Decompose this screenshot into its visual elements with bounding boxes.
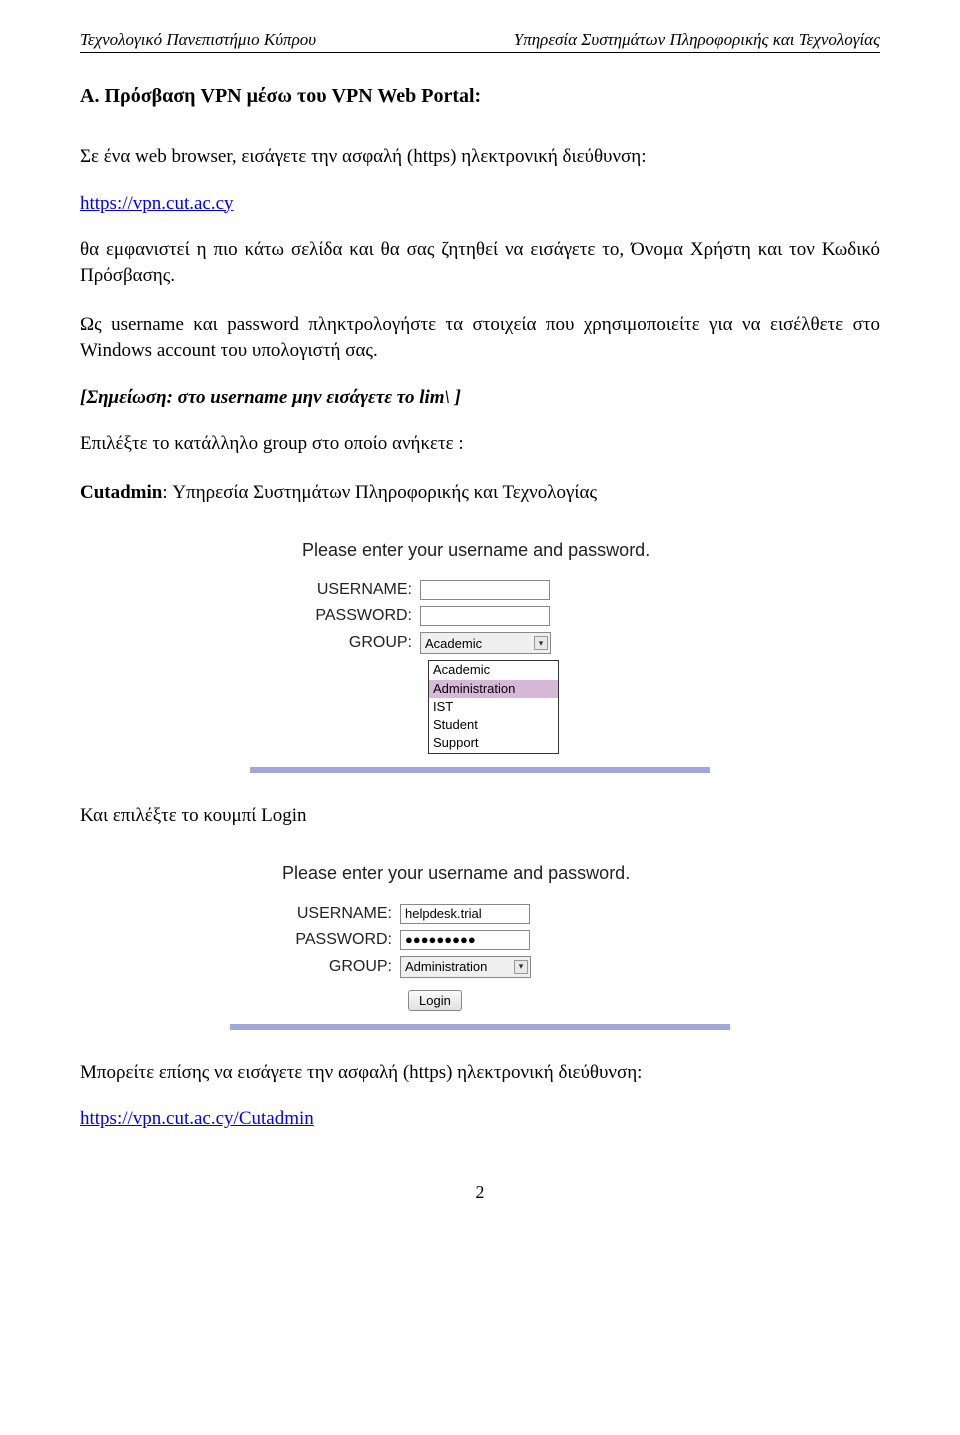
page-header: Τεχνολογικό Πανεπιστήμιο Κύπρου Υπηρεσία…: [80, 30, 880, 53]
form2-group-select[interactable]: Administration ▾: [400, 956, 531, 978]
form1-option-ist[interactable]: IST: [429, 698, 558, 716]
form1-username-row: USERNAME:: [300, 580, 692, 600]
form2-password-row: PASSWORD:: [280, 930, 712, 950]
form2-group-label: GROUP:: [280, 958, 400, 976]
paragraph-3: Ως username και password πληκτρολογήστε …: [80, 312, 880, 365]
form2-username-row: USERNAME:: [280, 904, 712, 924]
chevron-down-icon: ▾: [514, 960, 528, 974]
login-form-figure-2: Please enter your username and password.…: [230, 851, 730, 1029]
form1-option-academic[interactable]: Academic: [429, 661, 558, 679]
form1-username-input[interactable]: [420, 580, 550, 600]
form1-group-label: GROUP:: [300, 634, 420, 652]
paragraph-5: Cutadmin: Υπηρεσία Συστημάτων Πληροφορικ…: [80, 480, 880, 507]
header-right: Υπηρεσία Συστημάτων Πληροφορικής και Τεχ…: [514, 30, 880, 50]
paragraph-2: θα εμφανιστεί η πιο κάτω σελίδα και θα σ…: [80, 237, 880, 290]
form1-group-selected: Academic: [425, 636, 482, 651]
form2-username-input[interactable]: [400, 904, 530, 924]
paragraph-4: Επιλέξτε το κατάλληλο group στο οποίο αν…: [80, 431, 880, 458]
form1-password-input[interactable]: [420, 606, 550, 626]
form1-option-student[interactable]: Student: [429, 716, 558, 734]
form1-username-label: USERNAME:: [300, 581, 420, 599]
form1-prompt: Please enter your username and password.: [300, 538, 692, 562]
form2-password-input[interactable]: [400, 930, 530, 950]
form1-option-administration[interactable]: Administration: [429, 680, 558, 698]
header-left: Τεχνολογικό Πανεπιστήμιο Κύπρου: [80, 30, 316, 50]
form2-username-label: USERNAME:: [280, 905, 400, 923]
form1-option-support[interactable]: Support: [429, 734, 558, 752]
section-heading: Α. Πρόσβαση VPN μέσω του VPN Web Portal:: [80, 85, 880, 108]
form1-group-row: GROUP: Academic ▾: [300, 632, 692, 654]
form2-group-row: GROUP: Administration ▾: [280, 956, 712, 978]
form1-password-row: PASSWORD:: [300, 606, 692, 626]
paragraph-6: Και επιλέξτε το κουμπί Login: [80, 803, 880, 830]
login-button[interactable]: Login: [408, 990, 462, 1011]
form2-password-label: PASSWORD:: [280, 931, 400, 949]
chevron-down-icon: ▾: [534, 636, 548, 650]
form2-prompt: Please enter your username and password.: [280, 861, 712, 885]
note-paragraph: [Σημείωση: στο username μην εισάγετε το …: [80, 387, 880, 409]
document-page: Τεχνολογικό Πανεπιστήμιο Κύπρου Υπηρεσία…: [0, 0, 960, 1223]
cutadmin-label: Cutadmin: [80, 482, 162, 503]
page-number: 2: [80, 1182, 880, 1203]
form2-group-selected: Administration: [405, 959, 487, 974]
vpn-cutadmin-link[interactable]: https://vpn.cut.ac.cy/Cutadmin: [80, 1108, 314, 1130]
vpn-url-link[interactable]: https://vpn.cut.ac.cy: [80, 193, 234, 215]
form1-group-listbox[interactable]: Academic Administration IST Student Supp…: [428, 660, 559, 753]
paragraph-intro: Σε ένα web browser, εισάγετε την ασφαλή …: [80, 144, 880, 171]
cutadmin-desc: : Υπηρεσία Συστημάτων Πληροφορικής και Τ…: [162, 482, 597, 503]
form1-password-label: PASSWORD:: [300, 607, 420, 625]
paragraph-7: Μπορείτε επίσης να εισάγετε την ασφαλή (…: [80, 1060, 880, 1087]
form1-group-select[interactable]: Academic ▾: [420, 632, 551, 654]
login-form-figure-1: Please enter your username and password.…: [250, 528, 710, 773]
